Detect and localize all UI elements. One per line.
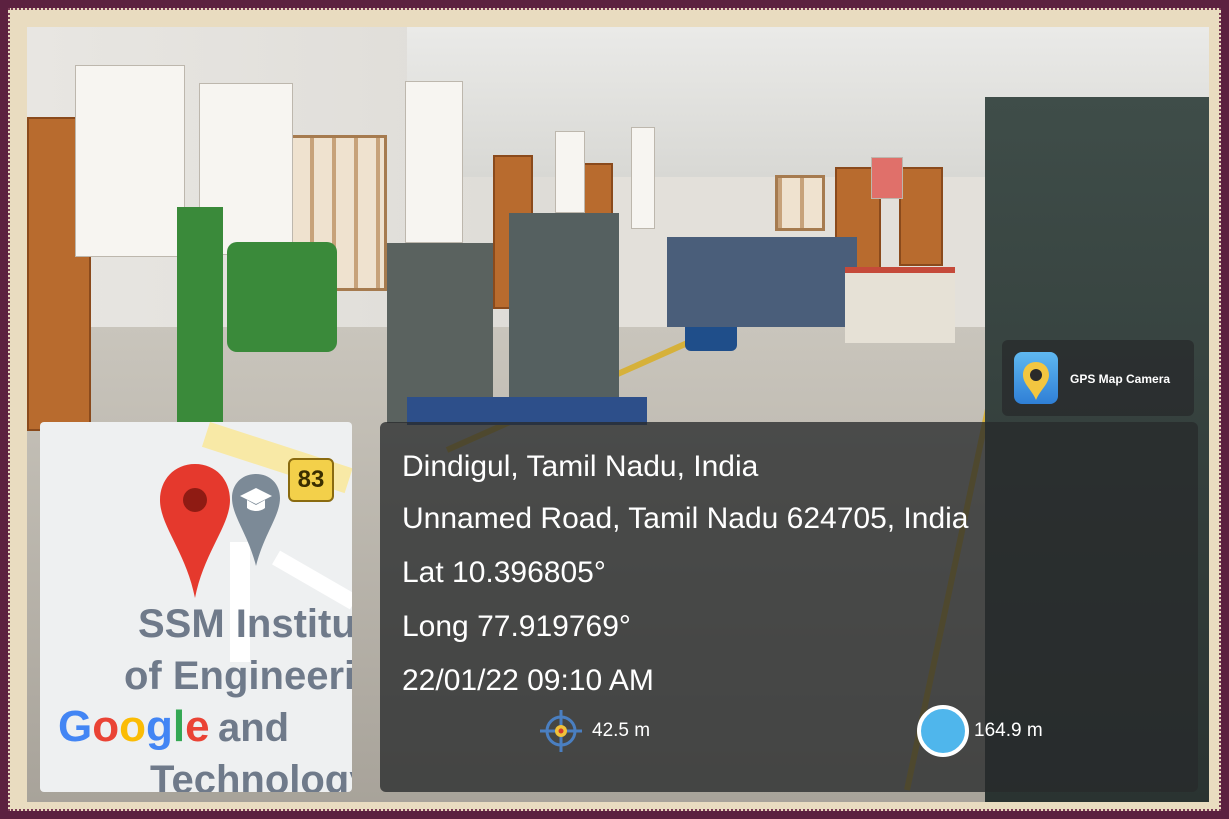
window [775,175,825,231]
wall-poster [405,81,463,243]
map-pin-icon [160,464,230,598]
google-logo: Google [58,702,210,752]
drilling-machine [177,207,223,422]
wall-poster [631,127,655,229]
map-road [272,550,352,610]
accuracy-crosshair-icon [540,710,582,752]
latitude-text: Lat 10.396805° [402,556,606,589]
machine-base [407,397,647,425]
wall-poster [871,157,903,199]
altitude-value: 164.9 m [974,720,1043,741]
door [899,167,943,266]
app-name: GPS Map Camera [1070,372,1171,386]
gps-map-camera-icon [1014,352,1058,404]
wall-poster [555,131,585,213]
address-line: Unnamed Road, Tamil Nadu 624705, India [402,502,969,535]
google-letter: e [185,702,210,751]
lathe-row [667,237,857,327]
milling-machine [509,213,619,403]
google-letter: o [119,702,147,751]
wall-poster [75,65,185,257]
accuracy-value: 42.5 m [592,720,651,741]
drilling-machine-head [227,242,337,352]
map-place-label: of Engineering [124,654,352,698]
datetime-text: 22/01/22 09:10 AM [402,664,654,697]
map-place-label: Technology [150,758,352,792]
road-shield-icon: 83 [288,458,334,502]
google-letter: g [146,702,173,751]
map-place-label: and [218,706,290,750]
workbench [845,267,955,343]
google-letter: G [58,702,93,751]
longitude-text: Long 77.919769° [402,610,631,643]
milling-machine [387,243,493,423]
google-letter: o [92,702,120,751]
city-line: Dindigul, Tamil Nadu, India [402,450,759,483]
map-place-label: SSM Institute [138,602,352,646]
google-letter: l [172,702,186,751]
location-pin-icon [1023,362,1049,400]
altitude-icon [917,705,969,757]
graduation-cap-icon [232,474,280,566]
